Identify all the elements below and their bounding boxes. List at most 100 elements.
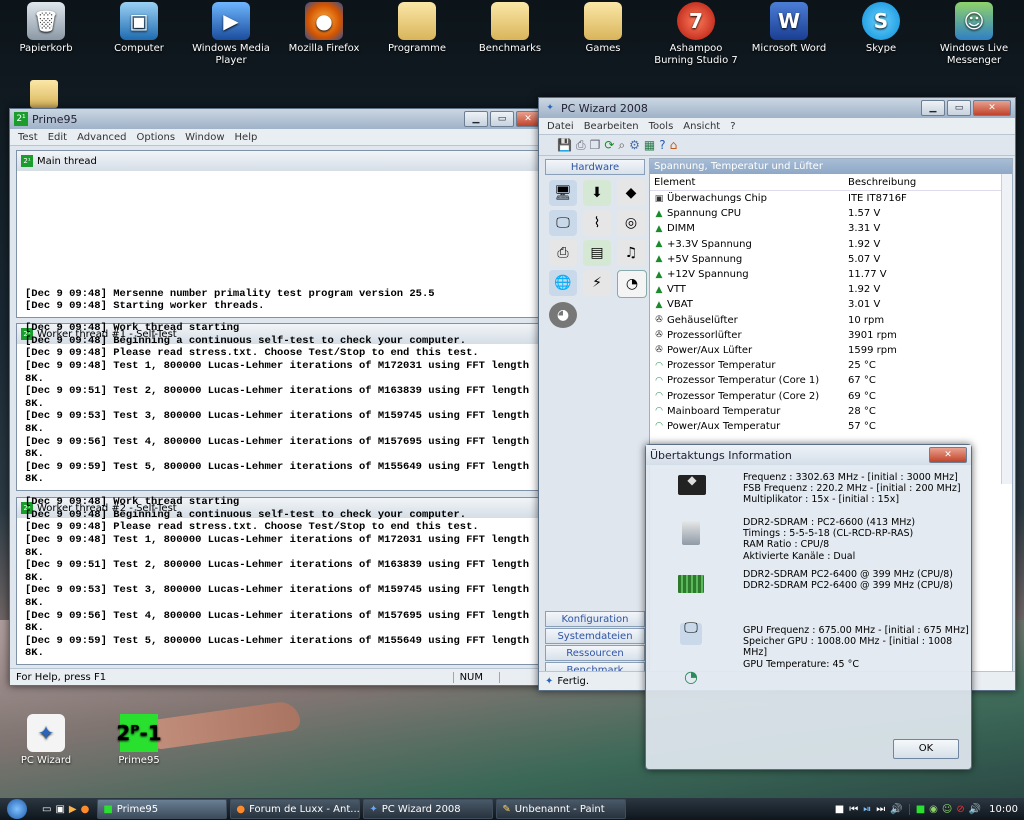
desktop-icon-skype[interactable]: S Skype [836, 2, 926, 55]
power-icon[interactable]: ⚡ [583, 270, 611, 296]
table-row[interactable]: ▲ +3.3V Spannung 1.92 V [650, 237, 1012, 252]
menu-edit[interactable]: Edit [48, 132, 67, 143]
refresh-icon[interactable]: ⟳ [604, 138, 614, 152]
print-icon[interactable]: ⎙ [576, 138, 586, 153]
menu-bearbeiten[interactable]: Bearbeiten [584, 121, 639, 132]
pcwizard-titlebar[interactable]: ✦ PC Wizard 2008 ▁ ▭ ✕ [539, 98, 1015, 118]
next-icon[interactable]: ⏭ [876, 804, 885, 815]
table-row[interactable]: ✇ Gehäuselüfter 10 rpm [650, 313, 1012, 328]
copy-icon[interactable]: ❐ [590, 138, 601, 152]
hardware-button[interactable]: Hardware [545, 159, 645, 175]
clock[interactable]: 10:00 [989, 804, 1018, 815]
firefox-icon[interactable]: ● [81, 804, 90, 815]
printer-icon[interactable]: ⎙ [549, 240, 577, 266]
network-icon[interactable]: ◉ [929, 804, 938, 815]
sensor-gauge-icon[interactable]: ◔ [617, 270, 647, 298]
desktop-icon-computer[interactable]: ▣ Computer [94, 2, 184, 55]
table-row[interactable]: ◠ Power/Aux Temperatur 57 °C [650, 419, 1012, 434]
prime95-titlebar[interactable]: 2¹ Prime95 ▁ ▭ ✕ [10, 109, 544, 129]
tray-app-icon[interactable]: ■ [916, 804, 925, 815]
menu-ansicht[interactable]: Ansicht [683, 121, 720, 132]
desktop-icon-programme[interactable]: Programme [372, 2, 462, 55]
main-thread-titlebar[interactable]: 2¹ Main thread [17, 151, 543, 171]
table-row[interactable]: ◠ Prozessor Temperatur (Core 1) 67 °C [650, 373, 1012, 388]
prime95-window[interactable]: 2¹ Prime95 ▁ ▭ ✕ Test Edit Advanced Opti… [9, 108, 545, 686]
worker2-window[interactable]: 2¹ Worker thread #2 - Self-Test [Dec 9 0… [16, 496, 544, 665]
save-icon[interactable]: 💾 [557, 138, 572, 152]
table-row[interactable]: ▲ Spannung CPU 1.57 V [650, 206, 1012, 221]
category-ressourcen[interactable]: Ressourcen [545, 645, 645, 661]
close-button[interactable]: ✕ [516, 111, 540, 127]
menu-advanced[interactable]: Advanced [77, 132, 126, 143]
video-icon[interactable]: 🖵 [549, 210, 577, 236]
desktop-icon-benchmarks[interactable]: Benchmarks [465, 2, 555, 55]
minimize-button[interactable]: ▁ [921, 100, 945, 116]
worker1-window[interactable]: 2¹ Worker thread #1 - Self-Test [Dec 9 0… [16, 322, 544, 491]
media-player-icon[interactable]: ▶ [69, 804, 77, 815]
taskbar-item-firefox[interactable]: ● Forum de Luxx - Ant... [230, 799, 361, 819]
close-button[interactable]: ✕ [929, 447, 967, 463]
start-button[interactable] [0, 798, 34, 820]
volume-icon[interactable]: 🔊 [890, 804, 902, 815]
desktop-icon-recycle-bin[interactable]: 🗑 Papierkorb [1, 2, 91, 55]
menu-help[interactable]: Help [235, 132, 258, 143]
taskbar-item-pcwizard[interactable]: ✦ PC Wizard 2008 [363, 799, 494, 819]
stop-icon[interactable]: ■ [835, 804, 844, 815]
play-icon[interactable]: ⏯ [863, 804, 871, 815]
home-icon[interactable]: ⌂ [670, 138, 678, 152]
vertical-scrollbar[interactable] [1001, 174, 1012, 484]
search-icon[interactable]: ⌕ [618, 138, 625, 153]
minimize-button[interactable]: ▁ [464, 111, 488, 127]
desktop-icon-messenger[interactable]: ☺ Windows Live Messenger [929, 2, 1019, 67]
table-row[interactable]: ▲ VTT 1.92 V [650, 282, 1012, 297]
folder-icon[interactable] [30, 80, 58, 108]
taskbar-item-paint[interactable]: ✎ Unbenannt - Paint [496, 799, 627, 819]
table-row[interactable]: ✇ Prozessorlüfter 3901 rpm [650, 328, 1012, 343]
column-header-element[interactable]: Element [650, 177, 844, 188]
desktop-icon-firefox[interactable]: ● Mozilla Firefox [279, 2, 369, 55]
menu-window[interactable]: Window [185, 132, 224, 143]
overclock-titlebar[interactable]: Übertaktungs Information ✕ [646, 445, 971, 465]
desktop-icon-pc-wizard[interactable]: ✦ PC Wizard [1, 714, 91, 767]
drives-icon[interactable]: ◎ [617, 210, 645, 236]
close-button[interactable]: ✕ [973, 100, 1011, 116]
category-konfiguration[interactable]: Konfiguration [545, 611, 645, 627]
main-thread-window[interactable]: 2¹ Main thread [Dec 9 09:48] Mersenne nu… [16, 150, 544, 318]
antivirus-icon[interactable]: ⊘ [956, 804, 964, 815]
network-icon[interactable]: 🌐 [549, 270, 577, 296]
table-row[interactable]: ◠ Prozessor Temperatur 25 °C [650, 358, 1012, 373]
cpu-icon[interactable]: ◆ [617, 180, 645, 206]
audio-icon[interactable]: ♫ [617, 240, 645, 266]
previous-icon[interactable]: ⏮ [849, 804, 858, 815]
system-icon[interactable]: 🖥 [549, 180, 577, 206]
show-desktop-icon[interactable]: ▭ [42, 804, 51, 815]
table-row[interactable]: ▣ Überwachungs Chip ITE IT8716F [650, 191, 1012, 206]
taskbar-item-prime95[interactable]: ■ Prime95 [97, 799, 228, 819]
table-row[interactable]: ▲ DIMM 3.31 V [650, 221, 1012, 236]
table-row[interactable]: ▲ VBAT 3.01 V [650, 297, 1012, 312]
messenger-icon[interactable]: ☺ [942, 804, 952, 815]
benchmark-gauge-icon[interactable]: ◕ [549, 302, 577, 328]
table-row[interactable]: ▲ +12V Spannung 11.77 V [650, 267, 1012, 282]
overclock-dialog[interactable]: Übertaktungs Information ✕ ◆ Frequenz : … [645, 444, 972, 770]
devices-icon[interactable]: ▤ [583, 240, 611, 266]
table-row[interactable]: ✇ Power/Aux Lüfter 1599 rpm [650, 343, 1012, 358]
menu-datei[interactable]: Datei [547, 121, 574, 132]
table-row[interactable]: ◠ Mainboard Temperatur 28 °C [650, 404, 1012, 419]
hardware-icon[interactable]: ⚙ [629, 138, 640, 152]
desktop-icon-media-player[interactable]: ▶ Windows Media Player [186, 2, 276, 67]
maximize-button[interactable]: ▭ [490, 111, 514, 127]
desktop-icon-ashampoo[interactable]: 7 Ashampoo Burning Studio 7 [651, 2, 741, 67]
table-row[interactable]: ◠ Prozessor Temperatur (Core 2) 69 °C [650, 388, 1012, 403]
menu-options[interactable]: Options [136, 132, 175, 143]
desktop-icon-games[interactable]: Games [558, 2, 648, 55]
switch-windows-icon[interactable]: ▣ [55, 804, 64, 815]
motherboard-icon[interactable]: ⬇ [583, 180, 611, 206]
column-header-description[interactable]: Beschreibung [844, 177, 916, 188]
desktop-icon-prime95[interactable]: 2ᴾ-1 Prime95 [94, 714, 184, 767]
ok-button[interactable]: OK [893, 739, 959, 759]
speaker-icon[interactable]: 🔊 [969, 804, 981, 815]
desktop-icon-word[interactable]: W Microsoft Word [744, 2, 834, 55]
ports-icon[interactable]: ⌇ [583, 210, 611, 236]
table-row[interactable]: ▲ +5V Spannung 5.07 V [650, 252, 1012, 267]
